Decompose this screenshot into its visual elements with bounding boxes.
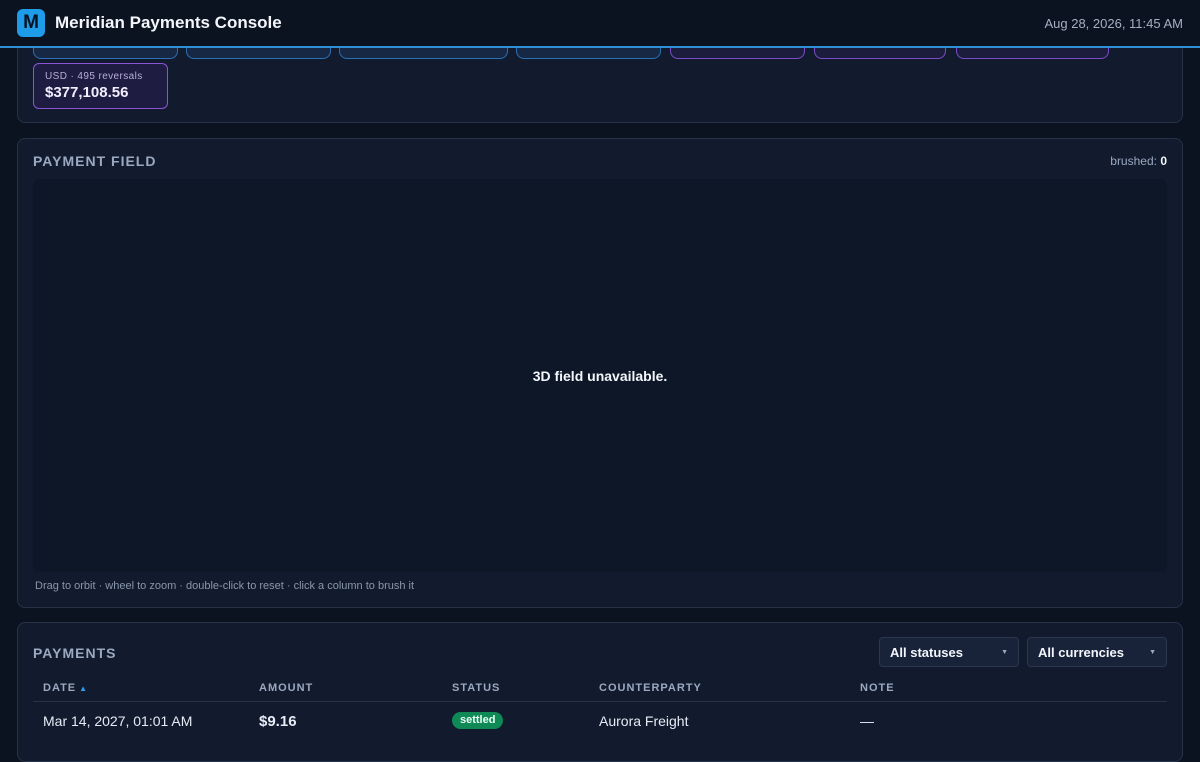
status-badge: settled xyxy=(452,712,504,729)
status-filter-value: All statuses xyxy=(890,644,963,660)
app-title: Meridian Payments Console xyxy=(55,13,282,32)
payments-panel: PAYMENTS All statuses ▼ All currencies ▼… xyxy=(17,622,1183,762)
column-header-status[interactable]: STATUS xyxy=(452,682,500,694)
currency-filter-select[interactable]: All currencies ▼ xyxy=(1027,637,1167,667)
payments-title: PAYMENTS xyxy=(33,645,117,661)
column-header-date-label: DATE xyxy=(43,682,77,694)
row-amount: $9.16 xyxy=(259,713,297,730)
reversal-card-amount: $377,108.56 xyxy=(45,84,129,101)
brushed-count: 0 xyxy=(1160,154,1167,168)
currency-filter-value: All currencies xyxy=(1038,644,1124,660)
field-unavailable-message: 3D field unavailable. xyxy=(532,367,668,384)
column-header-counterparty[interactable]: COUNTERPARTY xyxy=(599,682,702,694)
brushed-counter: brushed: 0 xyxy=(1110,154,1167,168)
table-row[interactable]: Mar 14, 2027, 01:01 AM $9.16 settled Aur… xyxy=(33,703,1167,737)
column-header-amount[interactable]: AMOUNT xyxy=(259,682,313,694)
payment-field-panel: PAYMENT FIELD brushed: 0 3D field unavai… xyxy=(17,138,1183,608)
sort-ascending-icon: ▲ xyxy=(79,684,89,693)
status-filter-select[interactable]: All statuses ▼ xyxy=(879,637,1019,667)
column-header-note[interactable]: NOTE xyxy=(860,682,895,694)
brushed-label: brushed: xyxy=(1110,154,1157,168)
reversal-card-subtitle: USD · 495 reversals xyxy=(45,71,143,82)
field-hint: Drag to orbit · wheel to zoom · double-c… xyxy=(35,580,415,592)
payments-table-header: DATE ▲ AMOUNT STATUS COUNTERPARTY NOTE xyxy=(33,678,1167,702)
reversal-summary-card[interactable]: USD · 495 reversals $377,108.56 xyxy=(33,63,168,109)
app-logo: M xyxy=(17,9,45,37)
row-date: Mar 14, 2027, 01:01 AM xyxy=(43,713,193,729)
field-3d-canvas[interactable]: 3D field unavailable. xyxy=(33,179,1167,572)
top-bar: M Meridian Payments Console Aug 28, 2026… xyxy=(0,0,1200,48)
header-datetime: Aug 28, 2026, 11:45 AM xyxy=(1044,15,1183,31)
row-note: — xyxy=(860,713,874,729)
chevron-down-icon: ▼ xyxy=(1001,648,1008,656)
chevron-down-icon: ▼ xyxy=(1149,648,1156,656)
row-counterparty: Aurora Freight xyxy=(599,713,689,729)
column-header-date[interactable]: DATE ▲ xyxy=(43,682,88,694)
payment-field-title: PAYMENT FIELD xyxy=(33,153,157,169)
